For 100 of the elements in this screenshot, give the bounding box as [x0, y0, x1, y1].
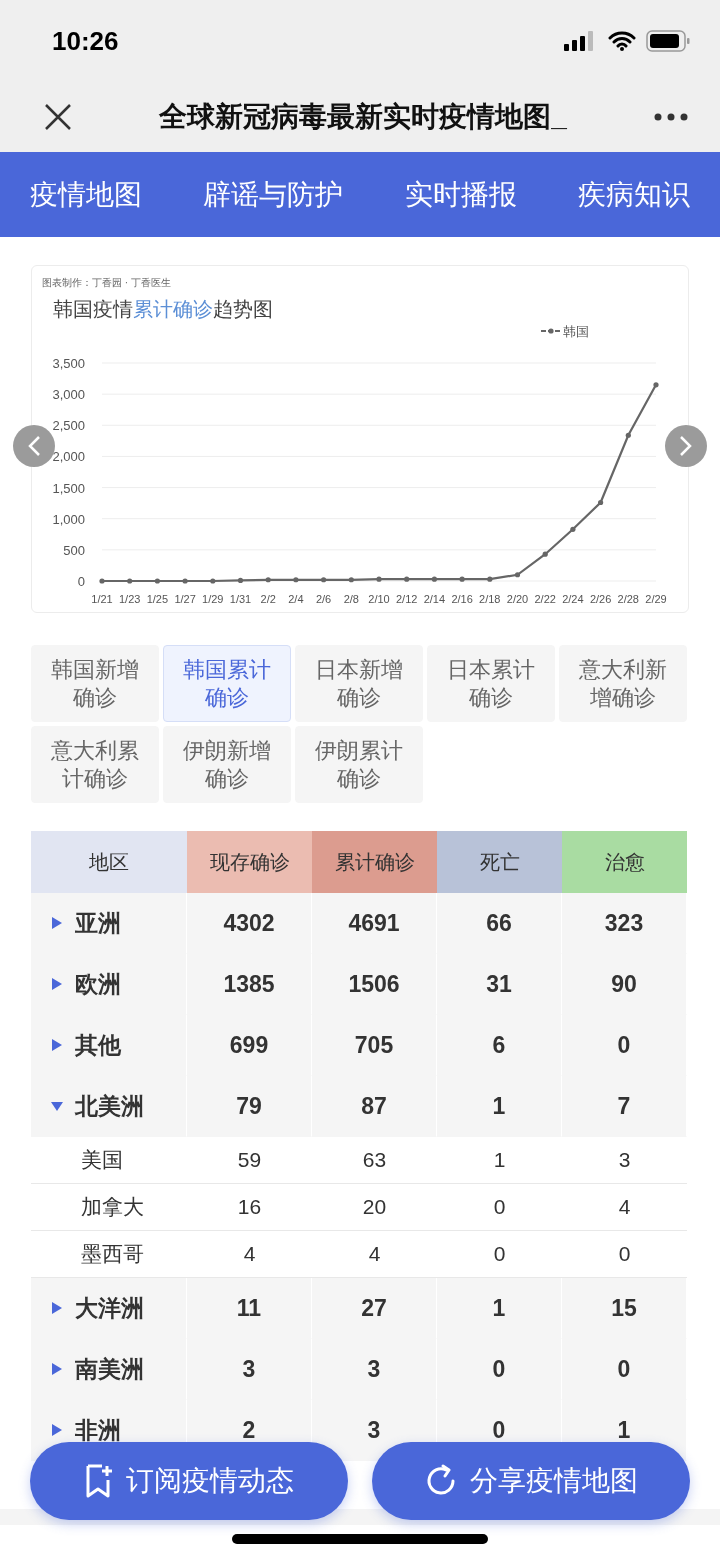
data-point [265, 577, 271, 583]
table-cell: 705 [312, 1015, 437, 1076]
table-cell: 7 [562, 1076, 687, 1137]
axis-label: 2/6 [315, 593, 332, 605]
chart-option[interactable]: 伊朗新增确诊 [163, 726, 291, 803]
caret-right-icon[interactable] [51, 1039, 63, 1051]
table-cell: 0 [437, 1339, 562, 1400]
caret-down-icon[interactable] [51, 1100, 63, 1112]
caret-right-icon[interactable] [51, 1363, 63, 1375]
chart-option[interactable]: 日本累计确诊 [427, 645, 555, 722]
data-point [459, 576, 465, 582]
chart-option[interactable]: 日本新增确诊 [295, 645, 423, 722]
region-name[interactable]: 欧洲 [75, 968, 121, 1000]
data-point [625, 432, 631, 438]
column-header: 治愈 [562, 831, 687, 893]
data-point [293, 577, 299, 583]
nav-tab[interactable]: 实时播报 [404, 175, 517, 214]
chart-option[interactable]: 韩国累计确诊 [163, 645, 291, 722]
caret-right-icon[interactable] [51, 917, 63, 929]
table-cell: 66 [437, 893, 562, 954]
table-cell: 6 [437, 1015, 562, 1076]
chart-option[interactable]: 伊朗累计确诊 [295, 726, 423, 803]
table-cell: 3 [187, 1339, 312, 1400]
data-point [237, 577, 244, 583]
axis-label: 2/10 [368, 593, 390, 605]
region-name: 美国 [81, 1147, 123, 1173]
axis-label: 1,500 [52, 480, 85, 496]
axis-label: 2,000 [52, 449, 85, 465]
table-cell: 79 [187, 1076, 312, 1137]
chart-credit: 图表制作：丁香园 · 丁香医生 [42, 276, 172, 290]
status-time: 10:26 [52, 25, 119, 57]
chart-option[interactable]: 意大利累计确诊 [31, 726, 159, 803]
axis-label: 2/26 [589, 593, 612, 605]
column-header: 累计确诊 [312, 831, 437, 893]
more-icon [654, 113, 688, 121]
previous-button[interactable] [13, 425, 55, 467]
data-point [514, 572, 521, 578]
region-name[interactable]: 其他 [75, 1029, 121, 1061]
axis-label: 2/8 [343, 593, 359, 605]
table-cell: 699 [187, 1015, 312, 1076]
share-button[interactable]: 分享疫情地图 [372, 1442, 690, 1520]
axis-label: 3,000 [52, 387, 85, 403]
table-cell: 323 [562, 893, 687, 954]
subscribe-button[interactable]: 订阅疫情动态 [30, 1442, 348, 1520]
battery-icon [646, 30, 690, 52]
table-cell: 4691 [312, 893, 437, 954]
axis-label: 2/12 [396, 593, 418, 605]
caret-right-icon[interactable] [51, 1424, 63, 1436]
table-cell: 90 [562, 954, 687, 1015]
table-cell: 0 [562, 1339, 687, 1400]
axis-label: 1/21 [91, 593, 113, 605]
axis-label: 2/29 [645, 593, 667, 605]
data-point [99, 578, 105, 584]
axis-label: 2/14 [423, 593, 446, 605]
caret-right-icon[interactable] [51, 1302, 63, 1314]
nav-tab[interactable]: 疫情地图 [30, 175, 142, 214]
table-cell: 87 [312, 1076, 437, 1137]
table-cell: 15 [562, 1278, 687, 1339]
axis-label: 1/31 [229, 593, 252, 605]
region-name[interactable]: 亚洲 [75, 907, 121, 939]
chart-option[interactable]: 韩国新增确诊 [31, 645, 159, 722]
axis-label: 1/25 [146, 593, 169, 605]
axis-label: 2/28 [617, 593, 639, 605]
table-cell: 1385 [187, 954, 312, 1015]
data-point [487, 576, 493, 582]
column-header: 死亡 [437, 831, 562, 893]
table-cell: 3 [312, 1339, 437, 1400]
data-point [653, 382, 659, 388]
data-point [570, 526, 576, 532]
caret-right-icon[interactable] [51, 978, 63, 990]
axis-label: 2/20 [506, 593, 529, 605]
data-point [348, 577, 354, 583]
next-button[interactable] [665, 425, 707, 467]
wifi-icon [608, 31, 636, 51]
data-point [431, 576, 437, 582]
column-header: 现存确诊 [187, 831, 312, 893]
table-cell: 1 [437, 1278, 562, 1339]
nav-tab[interactable]: 疾病知识 [578, 175, 690, 214]
nav-tab[interactable]: 辟谣与防护 [203, 175, 344, 214]
axis-label: 1,000 [52, 511, 85, 527]
axis-label: 1/23 [119, 593, 141, 605]
axis-label: 1/27 [174, 593, 196, 605]
data-point [376, 576, 382, 582]
axis-label: 500 [63, 542, 85, 558]
table-cell: 11 [187, 1278, 312, 1339]
data-point [154, 578, 160, 584]
axis-label: 2/24 [562, 593, 584, 605]
axis-label: 2/22 [534, 593, 556, 605]
axis-label: 3,500 [52, 356, 85, 371]
legend-label: 韩国 [563, 324, 589, 339]
chart-option[interactable]: 意大利新增确诊 [559, 645, 687, 722]
axis-label: 2/18 [479, 593, 501, 605]
data-point [210, 578, 216, 584]
data-point [321, 577, 327, 583]
region-name: 墨西哥 [81, 1241, 144, 1267]
chevron-left-icon [27, 435, 41, 457]
table-cell: 1506 [312, 954, 437, 1015]
table-cell: 4302 [187, 893, 312, 954]
table-cell: 1 [437, 1076, 562, 1137]
table-cell: 0 [562, 1015, 687, 1076]
